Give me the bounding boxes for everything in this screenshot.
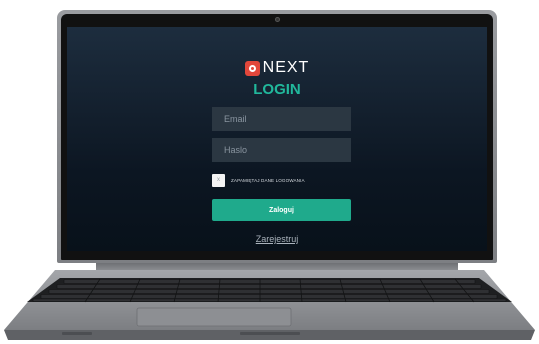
remember-checkbox[interactable]: x (212, 173, 225, 187)
laptop-lid: NEXT LOGIN Email Haslo x ZAPAMIĘTAJ DANE… (57, 10, 497, 263)
register-link[interactable]: Zarejestruj (67, 234, 487, 244)
remember-label: ZAPAMIĘTAJ DANE LOGOWANIA (231, 177, 305, 183)
email-field[interactable]: Email (212, 107, 351, 131)
password-placeholder: Haslo (224, 145, 248, 155)
keyboard-keys (32, 279, 507, 302)
key-row-2 (56, 284, 482, 289)
brand-logo: NEXT (67, 59, 487, 77)
key-row-3 (48, 289, 490, 294)
key-row-5 (32, 298, 507, 302)
remember-me-row[interactable]: x ZAPAMIĘTAJ DANE LOGOWANIA (212, 173, 305, 187)
keyboard-deck-graphic (4, 270, 535, 340)
key-row-1 (63, 279, 476, 284)
front-notch-center (240, 332, 300, 335)
screen-bezel: NEXT LOGIN Email Haslo x ZAPAMIĘTAJ DANE… (61, 14, 493, 260)
key-row-4 (40, 294, 498, 299)
webcam (274, 17, 280, 22)
login-button[interactable]: Zaloguj (212, 199, 351, 221)
login-title: LOGIN (253, 81, 301, 98)
email-placeholder: Email (224, 114, 247, 124)
next-logo-icon (244, 60, 260, 76)
laptop-screen: NEXT LOGIN Email Haslo x ZAPAMIĘTAJ DANE… (67, 27, 487, 251)
brand-name: NEXT (262, 59, 310, 76)
checkbox-mark-icon: x (217, 177, 220, 183)
touchpad (136, 307, 292, 327)
password-field[interactable]: Haslo (212, 138, 351, 162)
front-notch-left (62, 332, 92, 335)
laptop-base (0, 270, 539, 342)
